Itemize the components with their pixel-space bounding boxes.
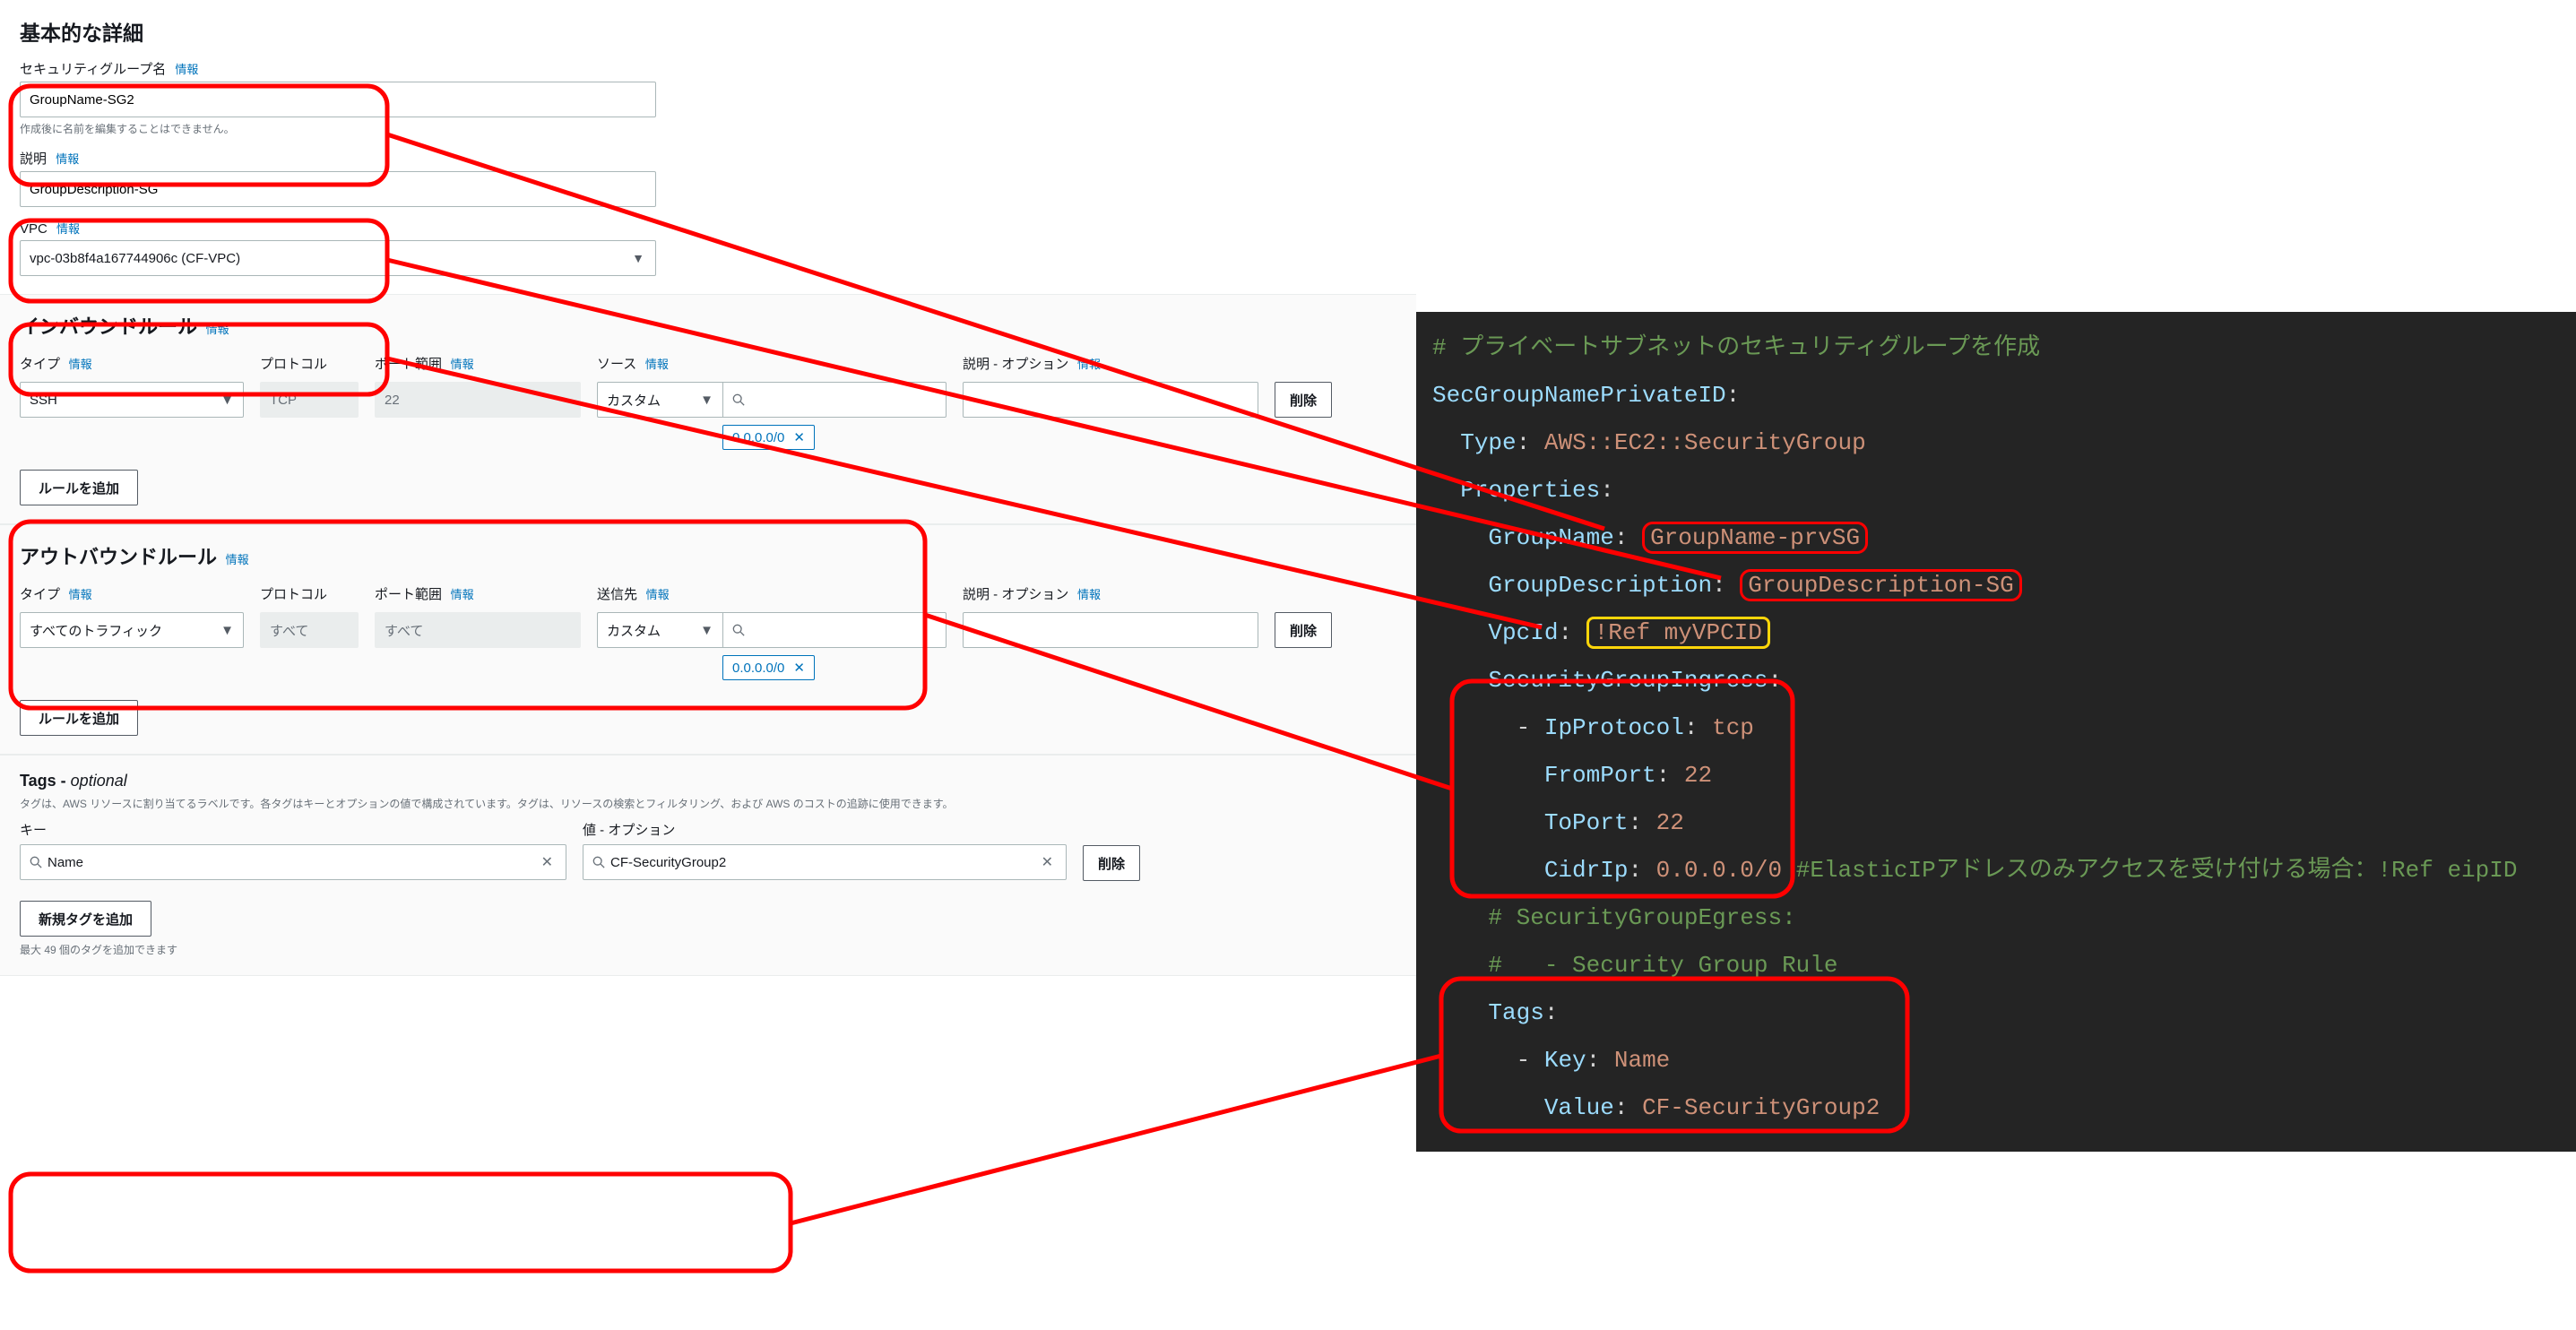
chevron-down-icon: ▼ <box>700 393 713 408</box>
info-link[interactable]: 情報 <box>56 222 80 236</box>
search-icon <box>592 856 605 868</box>
basic-details-title: 基本的な詳細 <box>20 16 1396 47</box>
tag-value-input[interactable]: CF-SecurityGroup2 ✕ <box>583 844 1067 880</box>
info-link[interactable]: 情報 <box>1077 358 1101 371</box>
rule-protocol-input <box>260 382 359 418</box>
delete-rule-button[interactable]: 削除 <box>1275 382 1332 418</box>
col-protocol-label: プロトコル <box>260 357 327 372</box>
rule-desc-input[interactable] <box>963 612 1258 648</box>
col-dest-label: 送信先 <box>597 587 637 602</box>
info-link[interactable]: 情報 <box>206 323 229 336</box>
info-link[interactable]: 情報 <box>1077 588 1101 601</box>
info-link[interactable]: 情報 <box>645 358 669 371</box>
info-link[interactable]: 情報 <box>69 358 92 371</box>
info-link[interactable]: 情報 <box>451 588 474 601</box>
col-type-label: タイプ <box>20 357 60 372</box>
col-port-label: ポート範囲 <box>375 587 442 602</box>
tag-value-label: 値 - オプション <box>583 820 1067 839</box>
vpc-label: VPC <box>20 221 48 237</box>
outbound-title: アウトバウンドルール <box>20 541 217 570</box>
rule-protocol-input <box>260 612 359 648</box>
rule-source-mode-select[interactable]: カスタム ▼ <box>597 382 722 418</box>
col-desc-label: 説明 - オプション <box>963 357 1068 372</box>
rule-port-input <box>375 382 581 418</box>
cidr-tag[interactable]: 0.0.0.0/0 ✕ <box>722 655 815 680</box>
tag-key-label: キー <box>20 820 566 839</box>
vpc-select[interactable]: vpc-03b8f4a167744906c (CF-VPC) ▼ <box>20 240 656 276</box>
col-type-label: タイプ <box>20 587 60 602</box>
col-source-label: ソース <box>597 357 636 372</box>
chevron-down-icon: ▼ <box>700 623 713 638</box>
close-icon[interactable]: ✕ <box>538 853 557 871</box>
tag-key-input[interactable]: Name ✕ <box>20 844 566 880</box>
rule-port-input <box>375 612 581 648</box>
search-icon <box>30 856 42 868</box>
rule-dest-mode-select[interactable]: カスタム ▼ <box>597 612 722 648</box>
chevron-down-icon: ▼ <box>220 623 234 638</box>
info-link[interactable]: 情報 <box>56 152 79 166</box>
cidr-tag[interactable]: 0.0.0.0/0 ✕ <box>722 425 815 450</box>
delete-rule-button[interactable]: 削除 <box>1275 612 1332 648</box>
rule-type-select[interactable]: すべてのトラフィック ▼ <box>20 612 244 648</box>
vpc-select-value: vpc-03b8f4a167744906c (CF-VPC) <box>30 251 646 266</box>
col-protocol-label: プロトコル <box>260 587 327 602</box>
add-rule-button[interactable]: ルールを追加 <box>20 470 138 505</box>
inbound-title: インバウンドルール <box>20 311 197 340</box>
col-desc-label: 説明 - オプション <box>963 587 1068 602</box>
rule-source-search-input[interactable] <box>722 382 947 418</box>
chevron-down-icon: ▼ <box>632 251 644 265</box>
sg-desc-input[interactable] <box>20 171 656 207</box>
add-rule-button[interactable]: ルールを追加 <box>20 700 138 736</box>
close-icon[interactable]: ✕ <box>1038 853 1057 871</box>
add-new-tag-button[interactable]: 新規タグを追加 <box>20 901 151 937</box>
info-link[interactable]: 情報 <box>69 588 92 601</box>
rule-dest-search-input[interactable] <box>722 612 947 648</box>
rule-desc-input[interactable] <box>963 382 1258 418</box>
close-icon[interactable]: ✕ <box>793 429 805 445</box>
search-icon <box>732 624 745 636</box>
close-icon[interactable]: ✕ <box>793 660 805 676</box>
sg-desc-label: 説明 <box>20 151 47 167</box>
info-link[interactable]: 情報 <box>226 553 249 566</box>
yaml-code: # プライベートサブネットのセキュリティグループを作成 SecGroupName… <box>1416 312 2576 1152</box>
info-link[interactable]: 情報 <box>646 588 670 601</box>
sg-name-note: 作成後に名前を編集することはできません。 <box>20 121 1396 136</box>
rule-type-select[interactable]: SSH ▼ <box>20 382 244 418</box>
search-icon <box>732 393 745 406</box>
tags-limit-note: 最大 49 個のタグを追加できます <box>20 942 1396 957</box>
sg-name-label: セキュリティグループ名 <box>20 62 166 77</box>
info-link[interactable]: 情報 <box>451 358 474 371</box>
col-port-label: ポート範囲 <box>375 357 442 372</box>
tags-description: タグは、AWS リソースに割り当てるラベルです。各タグはキーとオプションの値で構… <box>20 796 1396 811</box>
sg-name-input[interactable] <box>20 82 656 117</box>
tags-title: Tags - optional <box>20 772 127 790</box>
chevron-down-icon: ▼ <box>220 393 234 408</box>
delete-tag-button[interactable]: 削除 <box>1083 845 1140 881</box>
info-link[interactable]: 情報 <box>175 63 198 76</box>
